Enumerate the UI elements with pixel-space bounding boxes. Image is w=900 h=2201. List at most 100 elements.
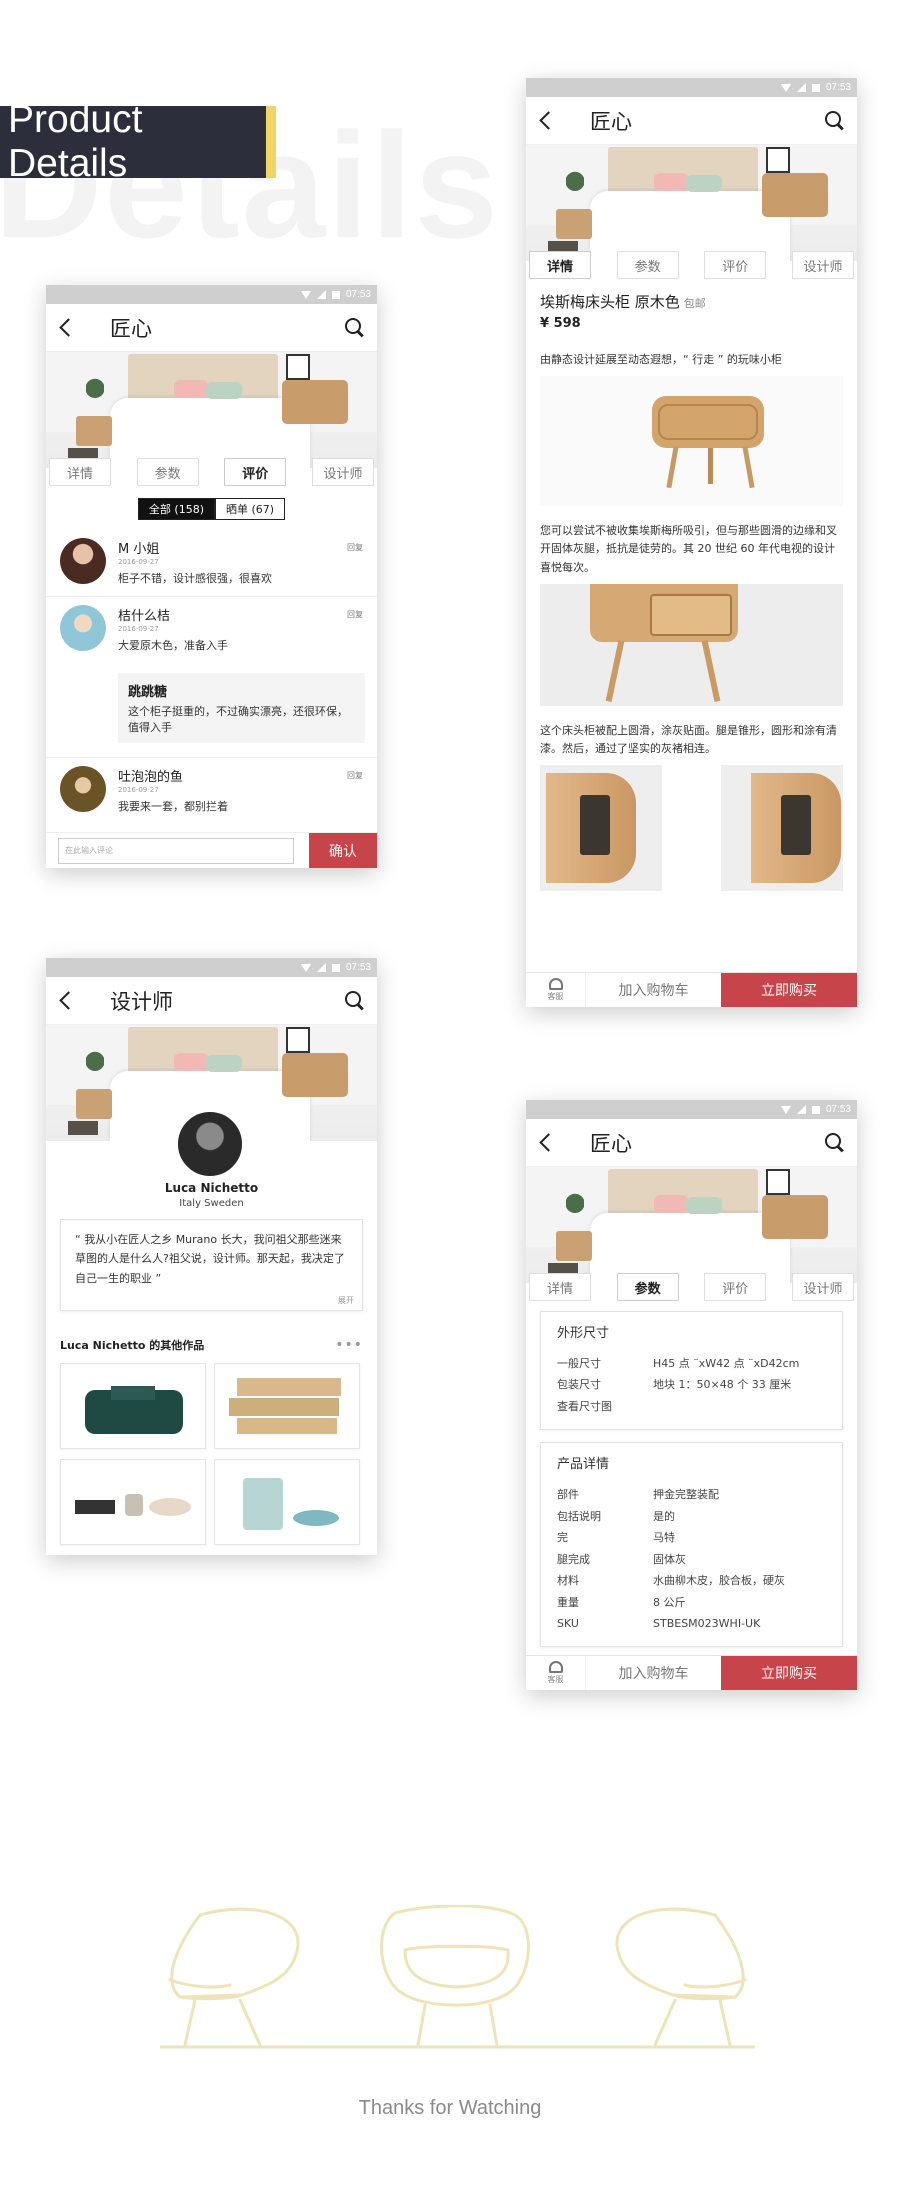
designer-country: Italy Sweden: [179, 1198, 244, 1209]
page-title: 匠心: [110, 316, 152, 341]
service-button[interactable]: 客服: [526, 973, 586, 1007]
spec-key: 完: [557, 1531, 568, 1545]
tab-params[interactable]: 参数: [616, 1273, 679, 1301]
signal-icon: [316, 290, 326, 299]
search-icon[interactable]: [825, 111, 845, 131]
works-title: Luca Nichetto 的其他作品: [60, 1338, 205, 1352]
tab-details[interactable]: 详情: [529, 1273, 591, 1301]
review-text: 大爱原木色，准备入手: [118, 639, 228, 652]
size-chart-link[interactable]: 查看尺寸图: [557, 1396, 826, 1417]
service-button[interactable]: 客服: [526, 1656, 586, 1690]
spec-row: 腿完成 固体灰: [557, 1549, 826, 1570]
navbar: 匠心: [526, 1119, 857, 1167]
spec-key: 包括说明: [557, 1509, 601, 1523]
review-text: 我要来一套，都别拦着: [118, 800, 228, 813]
spec-value: STBESM023WHI-UK: [653, 1616, 761, 1630]
reviewer-name: 吐泡泡的鱼: [118, 770, 184, 785]
work-card[interactable]: [60, 1458, 206, 1545]
spec-row: 一般尺寸 H45 点 ¨xW42 点 ¨xD42cm: [557, 1353, 826, 1374]
wifi-icon: [780, 83, 791, 92]
product-price: ¥ 598: [540, 316, 581, 331]
tab-bar: 详情 参数 评价 设计师: [46, 458, 377, 486]
search-icon[interactable]: [825, 1133, 845, 1153]
expand-link[interactable]: 展开: [338, 1295, 354, 1306]
battery-icon: [331, 963, 340, 972]
reply-text: 这个柜子挺重的，不过确实漂亮，还很环保，值得入手: [128, 705, 348, 734]
spec-row: 部件 押金完整装配: [557, 1484, 826, 1505]
status-bar: 07:53: [526, 78, 857, 97]
back-icon[interactable]: [46, 304, 90, 352]
back-icon[interactable]: [526, 1119, 570, 1167]
description-text: 您可以尝试不被收集埃斯梅所吸引，但与那些圆滑的边缘和叉开固体灰腿，抵抗是徒劳的。…: [540, 523, 837, 575]
battery-icon: [811, 1105, 820, 1114]
specs-screen: 07:53 匠心 详情 参数 评价 设计师 外形尺寸 一般尺寸 H45 点 ¨xW…: [526, 1100, 857, 1690]
status-bar: 07:53: [46, 958, 377, 977]
filter-all[interactable]: 全部 (158): [137, 498, 215, 520]
review-date: 2016-09-27: [118, 625, 159, 633]
reviewer-name: 桔什么桔: [118, 609, 171, 624]
spec-key: 一般尺寸: [557, 1357, 601, 1370]
confirm-button[interactable]: 确认: [309, 833, 377, 868]
description-text: 由静态设计延展至动态遐想，“ 行走 ” 的玩味小柜: [540, 353, 782, 366]
avatar: [60, 538, 106, 584]
tab-params[interactable]: 参数: [136, 458, 199, 486]
add-to-cart-button[interactable]: 加入购物车: [586, 973, 721, 1007]
signal-icon: [796, 83, 806, 92]
spec-value: 押金完整装配: [653, 1488, 719, 1502]
tab-details[interactable]: 详情: [49, 458, 111, 486]
tab-details[interactable]: 详情: [529, 251, 591, 279]
tab-designer[interactable]: 设计师: [311, 458, 374, 486]
spec-value: H45 点 ¨xW42 点 ¨xD42cm: [653, 1357, 800, 1370]
work-card[interactable]: [214, 1458, 360, 1545]
spec-value: 8 公斤: [653, 1595, 686, 1609]
status-time: 07:53: [825, 82, 851, 93]
search-icon[interactable]: [345, 318, 365, 338]
tab-reviews[interactable]: 评价: [224, 458, 287, 486]
spec-key: 部件: [557, 1488, 579, 1502]
tab-reviews[interactable]: 评价: [704, 1273, 767, 1301]
spec-key: 重量: [557, 1595, 579, 1609]
reply-link[interactable]: 回复: [347, 770, 363, 781]
tab-reviews[interactable]: 评价: [704, 251, 767, 279]
avatar: [60, 605, 106, 651]
comment-input[interactable]: 在此输入评论: [58, 837, 294, 864]
dimensions-card: 外形尺寸 一般尺寸 H45 点 ¨xW42 点 ¨xD42cm 包装尺寸 地块 1：…: [540, 1311, 843, 1431]
filter-photos[interactable]: 晒单 (67): [215, 498, 286, 520]
chairs-illustration: [160, 1905, 755, 2049]
avatar: [60, 766, 106, 812]
comment-bar: 在此输入评论 确认: [46, 832, 377, 868]
work-card[interactable]: [60, 1362, 206, 1449]
service-label: 客服: [547, 1675, 564, 1684]
designer-avatar: [174, 1108, 246, 1180]
status-time: 07:53: [825, 1104, 851, 1115]
product-hero-image: [526, 145, 857, 261]
search-icon[interactable]: [345, 991, 365, 1011]
shipping-tag: 包邮: [683, 297, 706, 310]
bottom-bar: 客服 加入购物车 立即购买: [526, 1655, 857, 1690]
reply-author: 跳跳糖: [128, 685, 168, 700]
spec-row: 包装尺寸 地块 1：50×48 个 33 厘米: [557, 1374, 826, 1395]
buy-now-button[interactable]: 立即购买: [721, 973, 857, 1007]
spec-key: 查看尺寸图: [557, 1399, 612, 1413]
more-icon[interactable]: •••: [335, 1337, 363, 1353]
reply-link[interactable]: 回复: [347, 609, 363, 620]
add-to-cart-button[interactable]: 加入购物车: [586, 1656, 721, 1690]
buy-now-button[interactable]: 立即购买: [721, 1656, 857, 1690]
spec-value: 马特: [653, 1531, 675, 1545]
back-icon[interactable]: [526, 97, 570, 145]
back-icon[interactable]: [46, 977, 90, 1025]
reply-link[interactable]: 回复: [347, 542, 363, 553]
thanks-text: Thanks for Watching: [358, 2097, 542, 2119]
spec-key: SKU: [557, 1616, 579, 1630]
signal-icon: [316, 963, 326, 972]
battery-icon: [331, 290, 340, 299]
product-hero-image: [46, 352, 377, 468]
product-title: 埃斯梅床头柜 原木色 包邮: [540, 291, 843, 312]
review-text: 柜子不错，设计感很强，很喜欢: [118, 572, 272, 585]
tab-designer[interactable]: 设计师: [791, 251, 854, 279]
work-card[interactable]: [214, 1362, 360, 1449]
designer-quote: “ 我从小在匠人之乡 Murano 长大，我问祖父那些迷来草图的人是什么人?祖父…: [60, 1219, 363, 1311]
description-text: 这个床头柜被配上圆滑，涂灰贴面。腿是锥形，圆形和涂有清漆。然后，通过了坚实的灰褚…: [540, 723, 837, 756]
tab-params[interactable]: 参数: [616, 251, 679, 279]
tab-designer[interactable]: 设计师: [791, 1273, 854, 1301]
